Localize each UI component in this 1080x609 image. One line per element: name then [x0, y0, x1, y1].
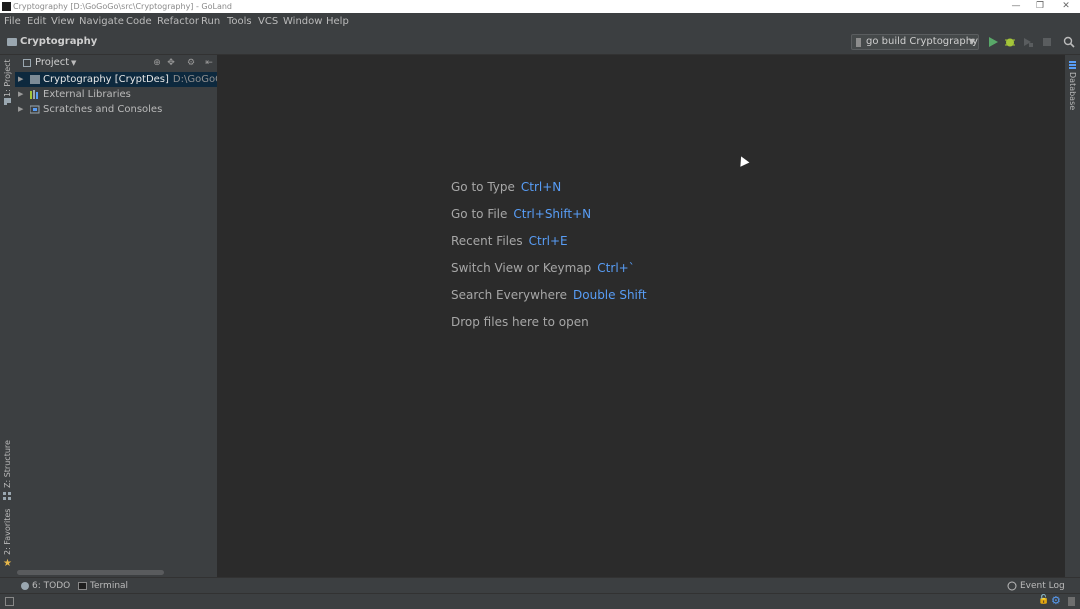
hint-search-everywhere: Search Everywhere Double Shift	[451, 288, 647, 302]
event-log-icon	[1007, 581, 1017, 591]
hint-label: Switch View or Keymap	[451, 261, 592, 275]
status-bar: 🔓 ⚙	[0, 593, 1080, 609]
menu-help[interactable]: Help	[326, 13, 349, 30]
run-configuration-dropdown[interactable]: go build Cryptography ▼	[851, 34, 979, 50]
memory-indicator-icon[interactable]	[1068, 597, 1075, 606]
menu-window[interactable]: Window	[283, 13, 322, 30]
hint-label: Go to Type	[451, 180, 515, 194]
libraries-icon	[30, 90, 38, 99]
tree-item-label: Cryptography [CryptDes]	[43, 74, 169, 85]
tab-event-log[interactable]: Event Log	[1020, 578, 1065, 594]
restore-icon[interactable]: ❐	[1028, 0, 1052, 13]
hint-label: Recent Files	[451, 234, 523, 248]
toggle-tool-windows-icon[interactable]	[5, 597, 14, 606]
gear-icon[interactable]: ⚙	[186, 58, 196, 68]
folder-icon	[7, 38, 17, 46]
hint-label: Drop files here to open	[451, 315, 589, 329]
hint-shortcut: Double Shift	[573, 288, 647, 302]
hint-label: Search Everywhere	[451, 288, 567, 302]
run-with-coverage-icon[interactable]	[1022, 36, 1034, 48]
hint-recent-files: Recent Files Ctrl+E	[451, 234, 568, 248]
goland-app-icon	[2, 2, 11, 11]
close-icon[interactable]: ✕	[1054, 0, 1078, 13]
chevron-down-icon: ▼	[968, 37, 975, 46]
hint-go-to-file: Go to File Ctrl+Shift+N	[451, 207, 591, 221]
tab-structure[interactable]: Z: Structure	[3, 440, 12, 488]
tab-terminal[interactable]: Terminal	[90, 578, 128, 594]
tree-item-path: D:\GoGoGo\s	[172, 74, 217, 85]
tree-item-scratches[interactable]: ▶ Scratches and Consoles	[15, 102, 217, 117]
star-icon: ★	[3, 558, 12, 569]
project-view-selector[interactable]: Project	[35, 55, 69, 71]
chevron-down-icon[interactable]: ▼	[71, 55, 76, 71]
run-icon[interactable]	[987, 36, 999, 48]
menu-tools[interactable]: Tools	[227, 13, 252, 30]
menu-view[interactable]: View	[51, 13, 75, 30]
tree-item-label: Scratches and Consoles	[43, 104, 163, 115]
window-title: Cryptography [D:\GoGoGo\src\Cryptography…	[13, 2, 233, 11]
search-icon[interactable]	[1063, 36, 1075, 48]
expand-arrow-icon[interactable]: ▶	[18, 87, 23, 102]
breadcrumb-project[interactable]: Cryptography	[20, 36, 97, 47]
scroll-from-source-icon[interactable]: ⊕	[152, 58, 162, 68]
database-icon	[1069, 61, 1076, 69]
run-configuration-label: go build Cryptography	[866, 36, 979, 47]
project-panel-header: Project ▼ ⊕ ✥ ⚙ ⇤	[15, 55, 217, 71]
hint-switch-view: Switch View or Keymap Ctrl+`	[451, 261, 635, 275]
debug-icon[interactable]	[1004, 36, 1016, 48]
hint-shortcut: Ctrl+Shift+N	[513, 207, 592, 221]
expand-arrow-icon[interactable]: ▶	[18, 72, 23, 87]
left-tool-strip: 1: Project Z: Structure 2: Favorites ★	[0, 55, 15, 577]
hint-shortcut: Ctrl+E	[528, 234, 568, 248]
horizontal-scrollbar[interactable]	[17, 570, 164, 575]
bottom-tool-bar: 6: TODO Terminal Event Log	[0, 577, 1080, 594]
project-view-icon	[23, 59, 31, 67]
window-titlebar: Cryptography [D:\GoGoGo\src\Cryptography…	[0, 0, 1080, 13]
hide-panel-icon[interactable]: ⇤	[204, 58, 214, 68]
menu-run[interactable]: Run	[201, 13, 220, 30]
collapse-all-icon[interactable]: ✥	[166, 58, 176, 68]
hint-shortcut: Ctrl+N	[520, 180, 562, 194]
lock-icon[interactable]: 🔓	[1038, 595, 1049, 605]
stop-icon[interactable]	[1041, 36, 1053, 48]
tab-favorites[interactable]: 2: Favorites	[3, 509, 12, 555]
tab-project[interactable]: 1: Project	[3, 59, 12, 97]
project-tool-window: Project ▼ ⊕ ✥ ⚙ ⇤ ▶ Cryptography [CryptD…	[15, 55, 218, 577]
menu-edit[interactable]: Edit	[27, 13, 46, 30]
menu-code[interactable]: Code	[126, 13, 152, 30]
menu-navigate[interactable]: Navigate	[79, 13, 124, 30]
todo-icon	[21, 582, 29, 590]
module-folder-icon	[30, 75, 40, 84]
hint-label: Go to File	[451, 207, 508, 221]
go-file-icon	[856, 38, 861, 47]
scratches-icon	[30, 105, 40, 114]
structure-icon	[3, 492, 11, 500]
editor-empty-area[interactable]	[218, 55, 1064, 577]
hint-drop-files: Drop files here to open	[451, 315, 589, 329]
hint-shortcut: Ctrl+`	[597, 261, 635, 275]
pull-requests-icon[interactable]	[3, 97, 12, 106]
expand-arrow-icon[interactable]: ▶	[18, 102, 23, 117]
menu-bar: File Edit View Navigate Code Refactor Ru…	[0, 13, 1080, 30]
tree-item-cryptography[interactable]: ▶ Cryptography [CryptDes]D:\GoGoGo\s	[15, 72, 217, 87]
tab-database[interactable]: Database	[1068, 72, 1077, 110]
right-tool-strip: Database	[1065, 55, 1080, 577]
menu-vcs[interactable]: VCS	[258, 13, 278, 30]
tree-item-external-libraries[interactable]: ▶ External Libraries	[15, 87, 217, 102]
tree-item-label: External Libraries	[43, 89, 131, 100]
minimize-icon[interactable]: —	[1004, 0, 1028, 13]
tab-todo[interactable]: 6: TODO	[32, 578, 70, 594]
gear-icon[interactable]: ⚙	[1051, 594, 1061, 607]
menu-refactor[interactable]: Refactor	[157, 13, 199, 30]
terminal-icon	[78, 582, 87, 590]
menu-file[interactable]: File	[4, 13, 21, 30]
hint-go-to-type: Go to Type Ctrl+N	[451, 180, 561, 194]
